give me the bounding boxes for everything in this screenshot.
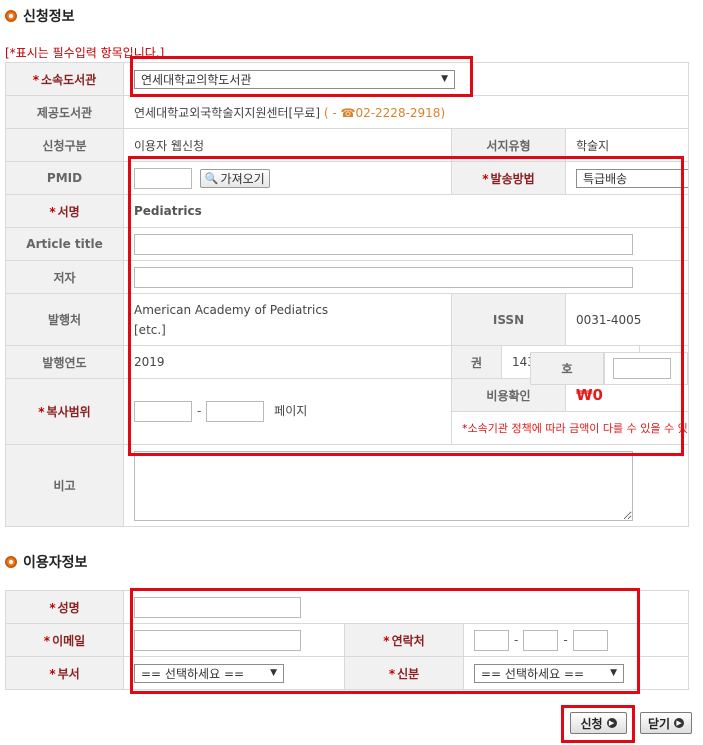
journal-value: Pediatrics <box>134 204 202 218</box>
telephone-icon: ( - ☎ <box>323 105 356 120</box>
user-form-table: * 성명 * 이메일 * 연락처 -- * 부서 == 선택하세요 == ▼ * 신분 =… <box>5 590 690 690</box>
row-library: * 소속도서관 연세대학교의학도서관 ▼ <box>5 62 689 96</box>
triangle-down-icon: ▼ <box>610 668 617 678</box>
label-doc-type: 서지유형 <box>451 128 566 162</box>
row-name: * 성명 <box>5 590 690 624</box>
row-journal: * 서명 Pediatrics <box>5 194 689 228</box>
row-publisher: 발행처 American Academy of Pediatrics [etc.… <box>5 293 689 346</box>
status-select-value: == 선택하세요 == <box>481 666 585 681</box>
section-title-user-text: 이용자정보 <box>23 555 88 571</box>
name-input[interactable] <box>134 596 301 618</box>
label-author: 저자 <box>5 260 124 294</box>
delivery-select[interactable]: 특급배송 ▼ <box>576 168 688 188</box>
label-request-type: 신청구분 <box>5 128 124 162</box>
label-year: 발행연도 <box>5 345 124 379</box>
row-author: 저자 <box>5 260 689 294</box>
circle-arrow-icon: ▶ <box>674 718 685 728</box>
label-name: * 성명 <box>5 590 124 624</box>
row-provider: 제공도서관 연세대학교외국학술지지원센터[무료] ( - ☎02-2228-29… <box>5 95 689 129</box>
remarks-textarea[interactable] <box>134 450 633 521</box>
section-title-request-text: 신청정보 <box>23 9 75 25</box>
copy-range-unit: 페이지 <box>274 404 308 418</box>
row-request-type: 신청구분 이용자 웹신청 서지유형 학술지 <box>5 128 689 162</box>
submit-button-label: 신청 <box>580 716 603 731</box>
publisher-etc: [etc.] <box>134 322 166 337</box>
label-library: * 소속도서관 <box>5 62 124 96</box>
close-button[interactable]: 닫기 ▶ <box>640 712 692 734</box>
close-button-label: 닫기 <box>647 716 671 731</box>
circle-arrow-icon: ▶ <box>606 718 617 728</box>
label-journal: * 서명 <box>5 194 124 228</box>
provider-value: 연세대학교외국학술지지원센터[무료] <box>134 105 321 120</box>
orange-bullet-icon <box>5 556 17 568</box>
provider-phone: 02-2228-2918) <box>355 105 446 120</box>
label-copy-range: * 복사범위 <box>5 378 124 445</box>
label-delivery: * 발송방법 <box>451 161 566 195</box>
triangle-down-icon: ▼ <box>270 668 277 678</box>
label-article-title: Article title <box>5 227 124 261</box>
request-form-table: * 소속도서관 연세대학교의학도서관 ▼ 제공도서관 연세대학교외국학술지지원센터… <box>5 62 689 527</box>
contact-part3-input[interactable] <box>572 629 608 651</box>
cost-value: ₩0 <box>576 386 603 404</box>
issn-value: 0031-4005 <box>576 312 642 327</box>
contact-part2-input[interactable] <box>523 629 559 651</box>
library-select[interactable]: 연세대학교의학도서관 ▼ <box>134 69 455 89</box>
pmid-input[interactable] <box>134 167 192 189</box>
fetch-button[interactable]: 🔍 가져오기 <box>199 168 270 188</box>
label-volume: 권 <box>451 345 502 379</box>
label-issue: 호 <box>530 352 604 385</box>
section-title-request: 신청정보 <box>5 6 75 26</box>
fetch-button-label: 가져오기 <box>220 171 265 186</box>
email-input[interactable] <box>134 629 301 651</box>
department-select[interactable]: == 선택하세요 == ▼ <box>134 663 284 683</box>
article-title-input[interactable] <box>134 233 633 255</box>
row-article-title: Article title <box>5 227 689 261</box>
copy-end-input[interactable] <box>206 401 265 422</box>
label-issn: ISSN <box>451 293 566 346</box>
label-department: * 부서 <box>5 656 124 690</box>
year-value: 2019 <box>134 355 165 369</box>
label-provider: 제공도서관 <box>5 95 124 129</box>
required-note: [*표시는 필수입력 항목입니다.] <box>5 46 165 60</box>
row-pmid: PMID 🔍 가져오기 *발송방법 특급배송 ▼ <box>5 161 689 195</box>
submit-button[interactable]: 신청 ▶ <box>570 712 627 734</box>
row-department: * 부서 == 선택하세요 == ▼ * 신분 == 선택하세요 == ▼ <box>5 656 690 690</box>
cost-note: *소속기관 정책에 따라 금액이 다를 수 있을 수 있습니다. <box>462 422 688 435</box>
request-type-value: 이용자 웹신청 <box>134 138 205 153</box>
label-email: * 이메일 <box>5 623 124 657</box>
section-title-user: 이용자정보 <box>5 552 87 572</box>
row-remarks: 비고 <box>5 444 689 527</box>
label-status: * 신분 <box>344 656 464 690</box>
triangle-down-icon: ▼ <box>441 74 448 84</box>
copy-start-input[interactable] <box>134 401 192 422</box>
label-publisher: 발행처 <box>5 293 124 346</box>
label-pmid: PMID <box>5 161 124 195</box>
publisher-name: American Academy of Pediatrics <box>134 302 329 317</box>
doc-type-value: 학술지 <box>576 138 610 153</box>
magnifier-icon: 🔍 <box>204 171 219 185</box>
row-email: * 이메일 * 연락처 -- <box>5 623 690 657</box>
label-contact: * 연락처 <box>344 623 464 657</box>
orange-bullet-icon <box>5 10 17 22</box>
delivery-select-value: 특급배송 <box>583 171 628 186</box>
department-select-value: == 선택하세요 == <box>141 666 245 681</box>
library-select-value: 연세대학교의학도서관 <box>141 72 252 87</box>
issue-input[interactable] <box>613 358 671 379</box>
contact-part1-input[interactable] <box>474 629 509 651</box>
status-select[interactable]: == 선택하세요 == ▼ <box>474 663 624 683</box>
label-remarks: 비고 <box>5 444 124 527</box>
author-input[interactable] <box>134 266 633 288</box>
